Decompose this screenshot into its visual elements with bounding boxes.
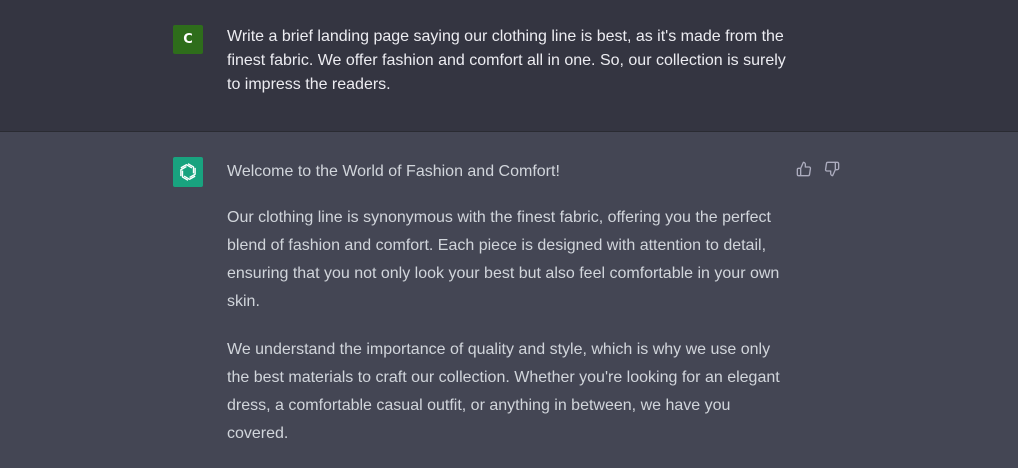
assistant-paragraph: Our clothing line is synonymous with the…: [227, 209, 780, 310]
user-avatar: C: [173, 25, 203, 54]
openai-logo-icon: [173, 157, 203, 187]
user-message-text: Write a brief landing page saying our cl…: [227, 28, 786, 93]
assistant-message-content: Welcome to the World of Fashion and Comf…: [227, 159, 787, 468]
assistant-heading: Welcome to the World of Fashion and Comf…: [227, 163, 560, 180]
assistant-message-block: Welcome to the World of Fashion and Comf…: [0, 132, 1018, 458]
thumbs-down-icon[interactable]: [823, 160, 841, 178]
user-message-block: C Write a brief landing page saying our …: [0, 0, 1018, 132]
assistant-paragraph: We understand the importance of quality …: [227, 341, 780, 442]
thumbs-up-icon[interactable]: [795, 160, 813, 178]
feedback-buttons: [795, 160, 841, 178]
